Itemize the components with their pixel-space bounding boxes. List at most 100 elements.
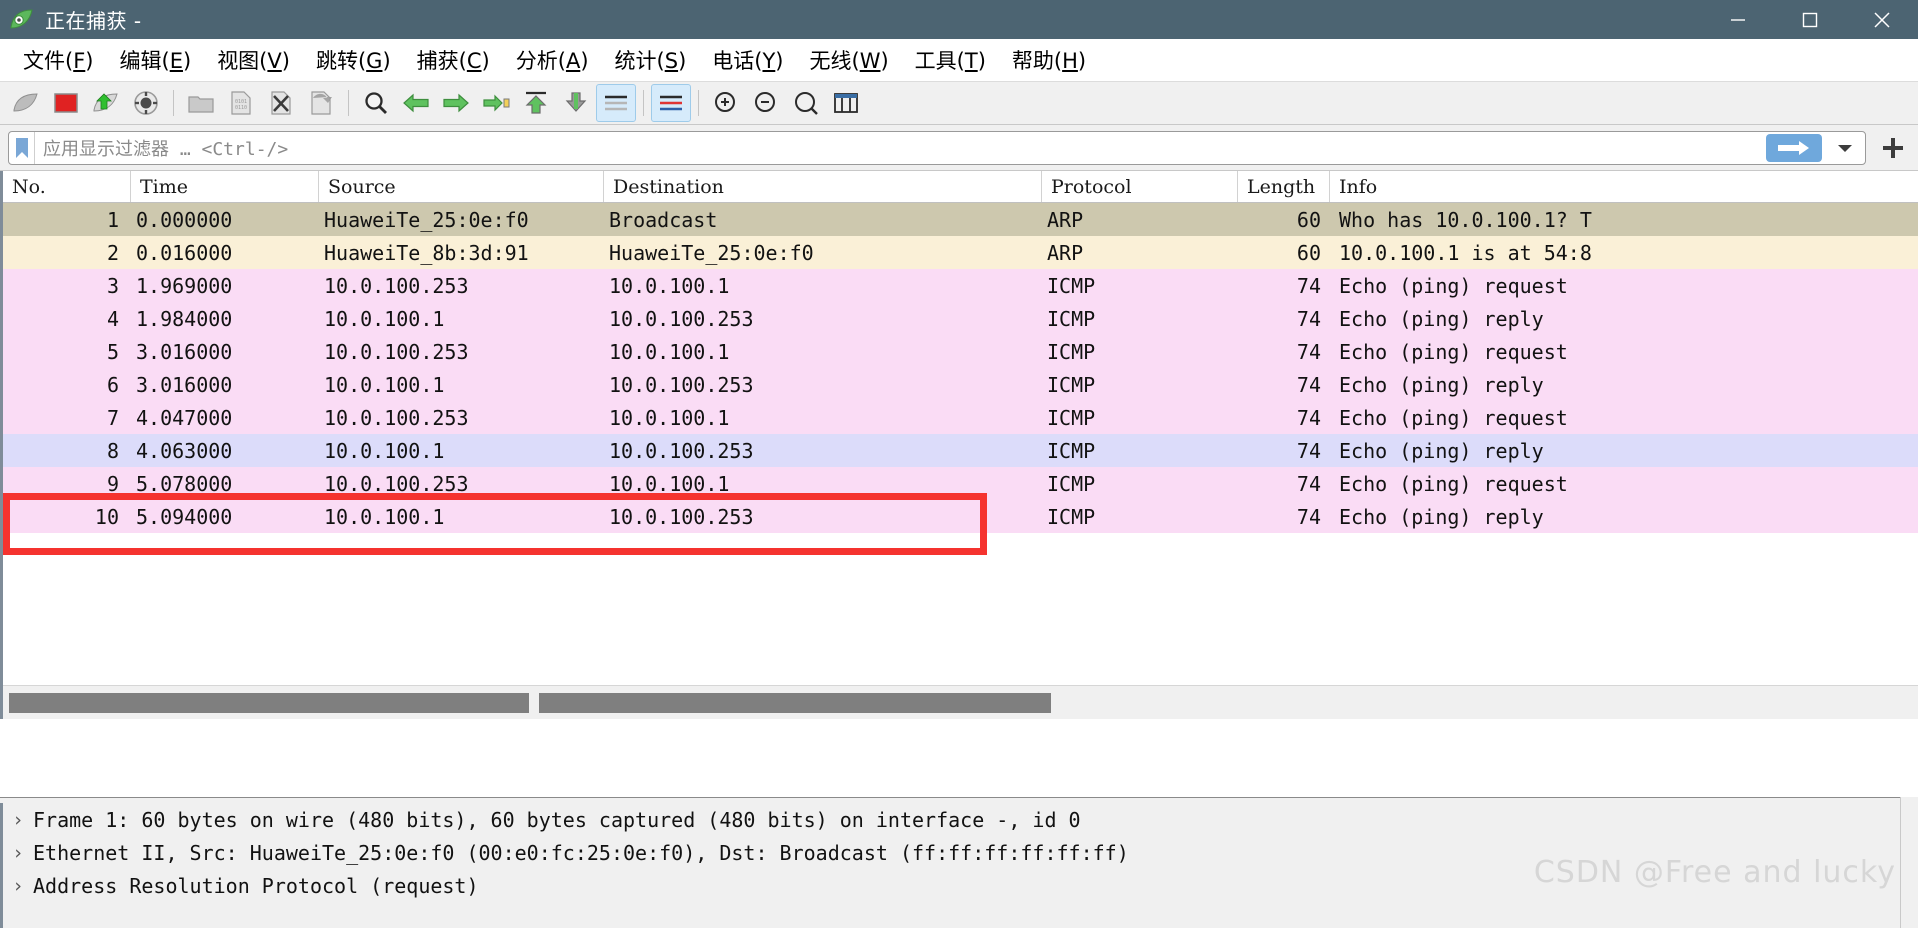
search-input[interactable]: 应用显示过滤器 … <Ctrl-/> <box>35 135 1766 161</box>
go-forward-icon[interactable] <box>436 84 476 122</box>
column-header-info[interactable]: Info <box>1330 171 1918 202</box>
packet-detail-pane[interactable]: › Frame 1: 60 bytes on wire (480 bits), 6… <box>0 797 1918 928</box>
cell-no: 7 <box>106 405 119 430</box>
cell-source: 10.0.100.1 <box>324 372 445 397</box>
cell-protocol: ICMP <box>1047 438 1096 463</box>
cell-info: Echo (ping) request <box>1339 273 1568 298</box>
cell-no: 6 <box>106 372 119 397</box>
cell-length: 60 <box>1296 240 1321 265</box>
packet-list-pane[interactable]: No. Time Source Destination Protocol Len… <box>0 171 1918 719</box>
cell-info: Echo (ping) request <box>1339 471 1568 496</box>
table-row[interactable]: 6 3.016000 10.0.100.1 10.0.100.253 ICMP 74 Ech… <box>3 368 1918 401</box>
auto-scroll-icon[interactable] <box>596 84 636 122</box>
column-header-source[interactable]: Source <box>319 171 604 202</box>
close-button[interactable] <box>1846 0 1918 39</box>
column-header-protocol[interactable]: Protocol <box>1042 171 1238 202</box>
table-row[interactable]: 8 4.063000 10.0.100.1 10.0.100.253 ICMP 74 Ech… <box>3 434 1918 467</box>
arp-node[interactable]: › Address Resolution Protocol (request) <box>3 869 1918 902</box>
cell-length: 74 <box>1296 339 1321 364</box>
column-header-time[interactable]: Time <box>131 171 319 202</box>
stop-capture-icon[interactable] <box>46 84 86 122</box>
horizontal-scrollbar[interactable] <box>3 685 1918 719</box>
zoom-reset-icon[interactable] <box>786 84 826 122</box>
chevron-down-icon[interactable] <box>1825 133 1865 163</box>
table-row[interactable]: 7 4.047000 10.0.100.253 10.0.100.1 ICMP 74 Ech… <box>3 401 1918 434</box>
cell-destination: HuaweiTe_25:0e:f0 <box>609 240 814 265</box>
menu-bar: 文件(F) 编辑(E) 视图(V) 跳转(G) 捕获(C) 分析(A) 统计(S) 电话(Y)… <box>0 39 1918 81</box>
column-header-no[interactable]: No. <box>3 171 131 202</box>
table-row[interactable]: 1 0.000000 HuaweiTe_25:0e:f0 Broadcast ARP 60… <box>3 203 1918 236</box>
table-row[interactable]: 4 1.984000 10.0.100.1 10.0.100.253 ICMP 74 Ech… <box>3 302 1918 335</box>
menu-item-go[interactable]: 跳转(G) <box>303 42 404 78</box>
restart-capture-icon[interactable] <box>86 84 126 122</box>
cell-time: 0.016000 <box>136 240 233 265</box>
cell-source: 10.0.100.253 <box>324 405 469 430</box>
menu-item-tools[interactable]: 工具(T) <box>902 42 999 78</box>
find-packet-icon[interactable] <box>356 84 396 122</box>
cell-length: 74 <box>1296 471 1321 496</box>
column-header-destination[interactable]: Destination <box>604 171 1042 202</box>
scrollbar-thumb-right[interactable] <box>539 692 1051 713</box>
chevron-right-icon[interactable]: › <box>3 875 33 897</box>
table-row[interactable]: 5 3.016000 10.0.100.253 10.0.100.1 ICMP 74 Ech… <box>3 335 1918 368</box>
cell-protocol: ICMP <box>1047 372 1096 397</box>
menu-item-statistics[interactable]: 统计(S) <box>602 42 700 78</box>
capture-options-icon[interactable] <box>126 84 166 122</box>
go-to-first-icon[interactable] <box>516 84 556 122</box>
maximize-button[interactable] <box>1774 0 1846 39</box>
packet-list-header: No. Time Source Destination Protocol Len… <box>3 171 1918 203</box>
menu-item-file[interactable]: 文件(F) <box>10 42 107 78</box>
frame-node[interactable]: › Frame 1: 60 bytes on wire (480 bits), 6… <box>3 803 1918 836</box>
menu-item-edit[interactable]: 编辑(E) <box>107 42 205 78</box>
display-filter-bar: 应用显示过滤器 … <Ctrl-/> <box>0 125 1918 171</box>
cell-time: 5.078000 <box>136 471 233 496</box>
save-file-icon[interactable]: 0101 0110 <box>221 84 261 122</box>
scrollbar-thumb-left[interactable] <box>9 692 529 713</box>
main-toolbar: 0101 0110 <box>0 81 1918 125</box>
chevron-right-icon[interactable]: › <box>3 809 33 831</box>
table-row[interactable]: 2 0.016000 HuaweiTe_8b:3d:91 HuaweiTe_25:0e… <box>3 236 1918 269</box>
go-to-packet-icon[interactable] <box>476 84 516 122</box>
toolbar-separator <box>698 90 699 116</box>
cell-destination: 10.0.100.253 <box>609 372 754 397</box>
menu-item-view[interactable]: 视图(V) <box>204 42 303 78</box>
bookmark-icon[interactable] <box>9 131 35 164</box>
cell-time: 0.000000 <box>136 207 233 232</box>
resize-columns-icon[interactable] <box>826 84 866 122</box>
menu-item-capture[interactable]: 捕获(C) <box>404 42 503 78</box>
packet-detail-tree[interactable]: › Frame 1: 60 bytes on wire (480 bits), 6… <box>0 803 1918 928</box>
window-controls <box>1702 0 1918 39</box>
filter-input-wrapper[interactable]: 应用显示过滤器 … <Ctrl-/> <box>8 130 1866 165</box>
cell-protocol: ICMP <box>1047 405 1096 430</box>
minimize-button[interactable] <box>1702 0 1774 39</box>
cell-no: 3 <box>106 273 119 298</box>
packet-rows[interactable]: 1 0.000000 HuaweiTe_25:0e:f0 Broadcast ARP 60… <box>3 203 1918 533</box>
colorize-icon[interactable] <box>651 84 691 122</box>
zoom-in-icon[interactable] <box>706 84 746 122</box>
menu-item-help[interactable]: 帮助(H) <box>999 42 1099 78</box>
plus-icon[interactable] <box>1876 131 1910 165</box>
go-to-last-icon[interactable] <box>556 84 596 122</box>
table-row[interactable]: 9 5.078000 10.0.100.253 10.0.100.1 ICMP 74 Ech… <box>3 467 1918 500</box>
close-file-icon[interactable] <box>261 84 301 122</box>
reload-file-icon[interactable] <box>301 84 341 122</box>
menu-item-wireless[interactable]: 无线(W) <box>797 42 902 78</box>
table-row[interactable]: 10 5.094000 10.0.100.1 10.0.100.253 ICMP 74 Ec… <box>3 500 1918 533</box>
table-row[interactable]: 3 1.969000 10.0.100.253 10.0.100.1 ICMP 74 Ech… <box>3 269 1918 302</box>
column-header-length[interactable]: Length <box>1238 171 1330 202</box>
chevron-right-icon[interactable]: › <box>3 842 33 864</box>
apply-filter-button[interactable] <box>1766 133 1822 162</box>
detail-vertical-scrollbar[interactable] <box>1900 797 1918 928</box>
cell-destination: 10.0.100.253 <box>609 306 754 331</box>
menu-item-analyze[interactable]: 分析(A) <box>503 42 602 78</box>
cell-destination: Broadcast <box>609 207 718 232</box>
open-file-icon[interactable] <box>181 84 221 122</box>
detail-text: Frame 1: 60 bytes on wire (480 bits), 60… <box>33 807 1081 832</box>
start-capture-icon[interactable] <box>6 84 46 122</box>
cell-source: 10.0.100.253 <box>324 273 469 298</box>
ethernet-node[interactable]: › Ethernet II, Src: HuaweiTe_25:0e:f0 (00… <box>3 836 1918 869</box>
go-back-icon[interactable] <box>396 84 436 122</box>
menu-item-telephony[interactable]: 电话(Y) <box>699 42 796 78</box>
zoom-out-icon[interactable] <box>746 84 786 122</box>
cell-length: 74 <box>1296 372 1321 397</box>
